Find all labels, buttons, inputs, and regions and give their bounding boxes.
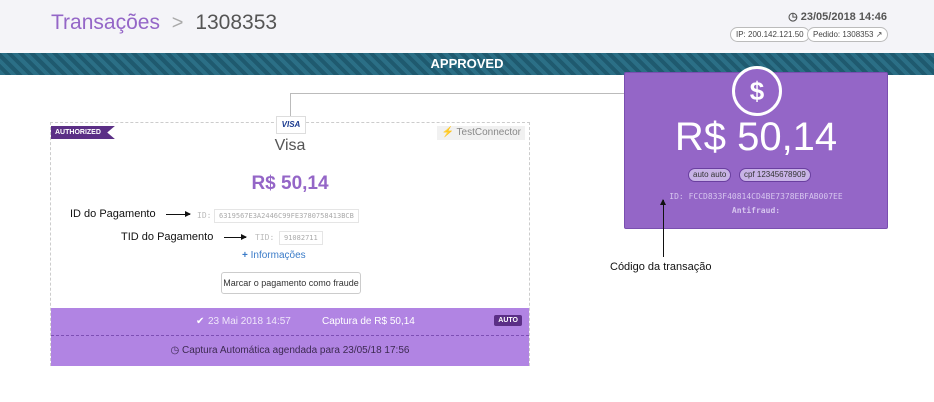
mark-fraud-button[interactable]: Marcar o pagamento como fraude — [221, 272, 361, 294]
cpf-pill: cpf 12345678909 — [739, 168, 811, 182]
clock-icon: ◷ — [170, 345, 180, 356]
dollar-icon: $ — [732, 66, 782, 116]
payment-card: AUTHORIZED ⚡ TestConnector VISA Visa R$ … — [50, 116, 530, 366]
scheduled-capture: ◷ Captura Automática agendada para 23/05… — [51, 335, 529, 366]
more-info-text: Informações — [250, 250, 306, 261]
annotation-payment-tid: TID do Pagamento — [121, 231, 214, 243]
breadcrumb-order-id: 1308353 — [195, 11, 278, 34]
visa-logo: VISA — [276, 116, 306, 134]
payment-id-label: ID: — [197, 211, 212, 220]
antifraud-label: Antifraud: — [731, 206, 781, 215]
auto-pill: auto auto — [688, 168, 732, 182]
breadcrumb: Transações > 1308353 — [51, 11, 277, 35]
breadcrumb-transactions-link[interactable]: Transações — [51, 11, 160, 34]
order-pill[interactable]: Pedido: 1308353 ↗ — [807, 27, 889, 42]
connector-line — [290, 93, 624, 94]
ip-pill: IP: 200.142.121.50 — [730, 27, 810, 42]
clock-icon: ◷ — [788, 11, 798, 23]
payment-amount: R$ 50,14 — [251, 173, 329, 194]
annotation-arrow-id — [166, 211, 191, 217]
capture-date: 23 Mai 2018 14:57 — [208, 316, 291, 327]
annotation-arrow-transaction — [660, 199, 666, 257]
check-icon: ✔ — [196, 316, 205, 327]
payment-tid-label: TID: — [255, 233, 275, 242]
order-pill-text: Pedido: 1308353 — [813, 30, 874, 39]
external-link-icon: ↗ — [875, 30, 883, 39]
transaction-amount: R$ 50,14 — [674, 115, 838, 159]
breadcrumb-separator: > — [171, 12, 184, 34]
transaction-date-text: 23/05/2018 14:46 — [800, 11, 887, 23]
annotation-arrow-tid — [224, 234, 247, 240]
card-brand: Visa — [274, 137, 306, 154]
annotation-transaction-code: Código da transação — [610, 261, 712, 273]
connector-line-vertical — [290, 94, 291, 116]
capture-row: ✔ 23 Mai 2018 14:57 Captura de R$ 50,14 … — [51, 308, 529, 335]
annotation-payment-id: ID do Pagamento — [70, 208, 156, 220]
payment-tid-value: 91082711 — [279, 231, 323, 245]
capture-text: Captura de R$ 50,14 — [322, 316, 415, 327]
transaction-date: ◷ 23/05/2018 14:46 — [788, 10, 887, 23]
page-header: Transações > 1308353 ◷ 23/05/2018 14:46 … — [0, 0, 934, 50]
more-info-link[interactable]: + Informações — [242, 250, 306, 261]
payment-id-value: 6319567E3A2446C99FE3780758413BCB — [214, 209, 359, 223]
plus-icon: + — [242, 250, 248, 261]
scheduled-capture-text: Captura Automática agendada para 23/05/1… — [182, 345, 410, 356]
auto-badge: AUTO — [494, 315, 522, 326]
